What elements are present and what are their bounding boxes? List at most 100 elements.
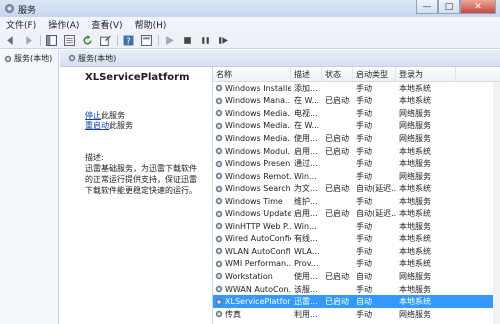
- service-row[interactable]: 传真 利用... 手动 网络服务: [213, 308, 500, 321]
- service-startup-type-cell: 手动: [356, 259, 372, 269]
- service-logon-cell: 本地系统: [399, 96, 431, 106]
- service-row[interactable]: Windows Media... 使用... 已启动 手动 网络服务: [213, 132, 500, 145]
- service-logon-cell: 本地系统: [399, 83, 431, 93]
- service-startup-type-cell: 自动(延迟...: [356, 184, 396, 194]
- column-header-name[interactable]: 名称: [213, 67, 291, 81]
- service-description-cell: Win...: [294, 221, 317, 231]
- restart-service-link[interactable]: 重启动: [85, 121, 109, 130]
- service-name-cell: Windows Presen...: [213, 159, 291, 168]
- column-header-status[interactable]: 状态: [322, 67, 353, 81]
- menu-file[interactable]: 文件(F): [6, 18, 36, 31]
- service-gear-icon: [215, 135, 223, 142]
- properties-sheet-icon[interactable]: [140, 34, 153, 47]
- stop-service-link[interactable]: 停止: [85, 111, 101, 120]
- services-gear-icon: [68, 54, 76, 62]
- forward-icon[interactable]: [22, 34, 35, 47]
- service-row[interactable]: WLAN AutoConfig WLA... 手动 本地系统: [213, 245, 500, 258]
- menu-view[interactable]: 查看(V): [91, 18, 122, 31]
- service-name-text: Windows Time: [225, 196, 283, 206]
- window-title: 服务: [18, 6, 37, 16]
- service-name-text: Windows Media...: [225, 121, 291, 131]
- service-description-cell: Prov...: [294, 259, 319, 269]
- column-header-row: 名称 描述 状态 启动类型 登录为: [213, 67, 500, 82]
- service-name-text: 传真: [225, 309, 241, 319]
- service-gear-icon: [215, 85, 223, 92]
- menu-help[interactable]: 帮助(H): [135, 18, 167, 31]
- service-logon-cell: 本地系统: [399, 246, 431, 256]
- service-name-text: Windows Modul...: [225, 146, 291, 156]
- service-description-cell: 使用...: [294, 133, 318, 143]
- service-description-cell: 启用...: [294, 146, 318, 156]
- services-window: 服务 — □ ✕ 文件(F) 操作(A) 查看(V) 帮助(H) ? 服务(本地…: [0, 0, 500, 324]
- service-startup-type-cell: 自动(延迟...: [356, 209, 396, 219]
- service-name-text: Windows Mana...: [225, 96, 291, 106]
- export-icon[interactable]: [99, 34, 112, 47]
- service-startup-type-cell: 手动: [356, 234, 372, 244]
- service-row[interactable]: Windows Time 维护... 手动 本地服务: [213, 195, 500, 208]
- service-row[interactable]: Windows Remot... Win... 手动 网络服务: [213, 170, 500, 183]
- service-row[interactable]: WWAN AutoCon... 该服... 手动 本地服务: [213, 283, 500, 296]
- service-name-text: Workstation: [225, 271, 273, 281]
- console-tree-icon[interactable]: [45, 34, 58, 47]
- service-name-cell: Windows Installer: [213, 84, 291, 93]
- service-startup-type-cell: 手动: [356, 309, 372, 319]
- console-tree: 服务(本地): [0, 50, 59, 324]
- service-logon-cell: 本地系统: [399, 259, 431, 269]
- pause-icon[interactable]: [199, 34, 212, 47]
- close-button[interactable]: ✕: [460, 0, 496, 14]
- service-description-cell: 维护...: [294, 196, 318, 206]
- service-row[interactable]: WMI Performan... Prov... 手动 本地系统: [213, 258, 500, 271]
- refresh-icon[interactable]: [81, 34, 94, 47]
- restart-icon[interactable]: [217, 34, 230, 47]
- play-icon[interactable]: [163, 34, 176, 47]
- service-description-cell: Win...: [294, 171, 317, 181]
- service-name-cell: Windows Time: [213, 197, 291, 206]
- service-gear-icon: [215, 235, 223, 243]
- service-row[interactable]: WinHTTP Web P... Win... 手动 本地服务: [213, 220, 500, 233]
- service-row[interactable]: XLServicePlatform 迅雷... 已启动 自动 本地系统: [213, 295, 500, 308]
- service-row[interactable]: Windows Update 启用... 已启动 自动(延迟... 本地系统: [213, 207, 500, 220]
- back-icon[interactable]: [4, 34, 17, 47]
- stop-icon[interactable]: [181, 34, 194, 47]
- service-startup-type-cell: 手动: [356, 284, 372, 294]
- service-name-text: WMI Performan...: [225, 259, 291, 269]
- help-icon[interactable]: ?: [122, 34, 135, 47]
- service-name-text: WWAN AutoCon...: [225, 284, 291, 294]
- service-description-cell: 该服...: [294, 284, 318, 294]
- vertical-scrollbar[interactable]: [493, 82, 500, 324]
- minimize-button[interactable]: —: [416, 0, 438, 14]
- toolbar: ?: [0, 32, 500, 49]
- column-header-startup-type[interactable]: 启动类型: [353, 67, 396, 81]
- service-row[interactable]: Wired AutoConfig 有线... 手动 本地系统: [213, 233, 500, 246]
- service-gear-icon: [215, 185, 223, 192]
- service-name-cell: Wired AutoConfig: [213, 234, 291, 243]
- service-row[interactable]: Windows Installer 添加... 手动 本地系统: [213, 82, 500, 95]
- service-row[interactable]: Windows Mana... 在 W... 已启动 手动 本地系统: [213, 95, 500, 108]
- tree-node-label: 服务(本地): [14, 54, 53, 63]
- title-bar[interactable]: 服务 — □ ✕: [0, 0, 500, 17]
- service-row[interactable]: Windows Media... 电视... 手动 网络服务: [213, 107, 500, 120]
- service-startup-type-cell: 自动: [356, 271, 372, 281]
- service-name-text: Windows Presen...: [225, 159, 291, 169]
- service-status-cell: 已启动: [325, 209, 349, 219]
- column-header-logon-as[interactable]: 登录为: [396, 67, 456, 81]
- service-name-text: Windows Remot...: [225, 171, 291, 181]
- panel-header: 服务(本地): [60, 50, 500, 67]
- service-name-text: Wired AutoConfig: [225, 234, 291, 244]
- service-row[interactable]: Windows Media... 在 W... 手动 网络服务: [213, 120, 500, 133]
- service-row[interactable]: Windows Modul... 启用... 已启动 手动 本地系统: [213, 145, 500, 158]
- properties-icon[interactable]: [63, 34, 76, 47]
- column-header-description[interactable]: 描述: [291, 67, 322, 81]
- services-list: 名称 描述 状态 启动类型 登录为 Windows Installer 添加...…: [212, 67, 500, 324]
- service-name-cell: Windows Remot...: [213, 172, 291, 181]
- menu-action[interactable]: 操作(A): [48, 18, 79, 31]
- maximize-button[interactable]: □: [438, 0, 460, 14]
- service-name-cell: Windows Mana...: [213, 96, 291, 105]
- service-logon-cell: 本地系统: [399, 297, 431, 307]
- tree-node-services-local[interactable]: 服务(本地): [4, 53, 52, 64]
- service-row[interactable]: Workstation 使用... 已启动 自动 网络服务: [213, 270, 500, 283]
- service-name-cell: Windows Update: [213, 209, 291, 218]
- service-row[interactable]: Windows Search 为文... 已启动 自动(延迟... 本地系统: [213, 182, 500, 195]
- description-text: 迅雷基础服务，为迅雷下载软件的正常运行提供支持，保证迅雷下载软件能更稳定快速的运…: [85, 164, 197, 195]
- service-row[interactable]: Windows Presen... 通过... 手动 本地服务: [213, 157, 500, 170]
